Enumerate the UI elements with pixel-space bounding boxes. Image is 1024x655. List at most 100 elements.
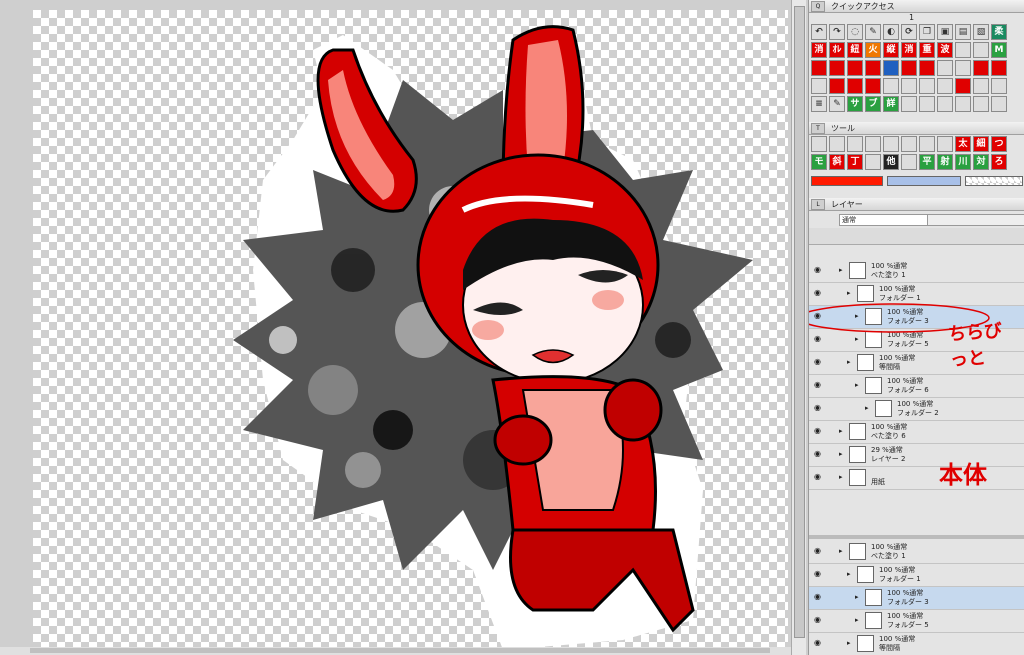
lasso-icon[interactable]: ◌ bbox=[847, 24, 863, 40]
qa-btn-22[interactable] bbox=[991, 60, 1007, 76]
expand-arrow-icon[interactable]: ▸ bbox=[839, 266, 843, 274]
qa-btn-40[interactable] bbox=[919, 96, 935, 112]
tool-btn-18[interactable]: 平 bbox=[919, 154, 935, 170]
tool-btn-4[interactable] bbox=[865, 136, 881, 152]
qa-btn-6[interactable]: 消 bbox=[901, 42, 917, 58]
qa-btn-5[interactable]: 縦 bbox=[883, 42, 899, 58]
tool-btn-22[interactable]: ろ bbox=[991, 154, 1007, 170]
qa-btn-37[interactable]: ブ bbox=[865, 96, 881, 112]
color-icon[interactable]: ◐ bbox=[883, 24, 899, 40]
paste-icon[interactable]: ▣ bbox=[937, 24, 953, 40]
qa-btn-24[interactable] bbox=[829, 78, 845, 94]
qa-btn-41[interactable] bbox=[937, 96, 953, 112]
qa-btn-3[interactable]: 紐 bbox=[847, 42, 863, 58]
qa-btn-2[interactable]: ｵﾚ bbox=[829, 42, 845, 58]
transparent-color-swatch[interactable] bbox=[965, 176, 1023, 186]
qa-btn-39[interactable] bbox=[901, 96, 917, 112]
qa-btn-42[interactable] bbox=[955, 96, 971, 112]
vertical-scrollbar[interactable] bbox=[791, 0, 806, 655]
qa-btn-9[interactable] bbox=[955, 42, 971, 58]
qa-btn-4[interactable]: 火 bbox=[865, 42, 881, 58]
qa-btn-20[interactable] bbox=[955, 60, 971, 76]
expand-arrow-icon[interactable]: ▸ bbox=[855, 616, 859, 624]
qa-btn-17[interactable] bbox=[901, 60, 917, 76]
qa-btn-27[interactable] bbox=[883, 78, 899, 94]
layer-row[interactable]: ◉ ▸ 100 %通常 フォルダー 1 bbox=[809, 564, 1024, 587]
tool-btn-13[interactable]: 斜 bbox=[829, 154, 845, 170]
qa-btn-18[interactable] bbox=[919, 60, 935, 76]
qa-btn-31[interactable] bbox=[955, 78, 971, 94]
expand-arrow-icon[interactable]: ▸ bbox=[839, 547, 843, 555]
qa-btn-12[interactable] bbox=[811, 60, 827, 76]
qa-btn-14[interactable] bbox=[847, 60, 863, 76]
qa-btn-43[interactable] bbox=[973, 96, 989, 112]
layer-tab[interactable]: L レイヤー bbox=[809, 198, 1024, 211]
tool-btn-3[interactable] bbox=[847, 136, 863, 152]
tool-btn-6[interactable] bbox=[901, 136, 917, 152]
quick-access-tab[interactable]: Q クイックアクセス bbox=[809, 0, 1024, 13]
tool-btn-14[interactable]: 丁 bbox=[847, 154, 863, 170]
qa-btn-32[interactable] bbox=[973, 78, 989, 94]
qa-btn-16[interactable] bbox=[883, 60, 899, 76]
qa-btn-33[interactable] bbox=[991, 78, 1007, 94]
qa-btn-19[interactable] bbox=[937, 60, 953, 76]
eye-icon[interactable]: ◉ bbox=[814, 570, 823, 578]
tool-btn-16[interactable]: 他 bbox=[883, 154, 899, 170]
qa-btn-26[interactable] bbox=[865, 78, 881, 94]
expand-arrow-icon[interactable]: ▸ bbox=[847, 639, 851, 647]
qa-btn-1[interactable]: 消 bbox=[811, 42, 827, 58]
qa-btn-23[interactable] bbox=[811, 78, 827, 94]
tool-btn-12[interactable]: モ bbox=[811, 154, 827, 170]
tool-btn-15[interactable] bbox=[865, 154, 881, 170]
qa-btn-7[interactable]: 重 bbox=[919, 42, 935, 58]
tool-btn-9[interactable]: 太 bbox=[955, 136, 971, 152]
expand-arrow-icon[interactable]: ▸ bbox=[847, 289, 851, 297]
qa-btn-28[interactable] bbox=[901, 78, 917, 94]
layer-row[interactable]: ◉ ▸ 100 %通常 べた塗り 1 bbox=[809, 541, 1024, 564]
qa-btn-34[interactable]: ≡ bbox=[811, 96, 827, 112]
eye-icon[interactable]: ◉ bbox=[814, 289, 823, 297]
horizontal-scrollbar[interactable] bbox=[0, 647, 791, 655]
tool-btn-17[interactable] bbox=[901, 154, 917, 170]
tool-btn-5[interactable] bbox=[883, 136, 899, 152]
layer-row[interactable]: ◉ ▸ 100 %通常 等間隔 bbox=[809, 633, 1024, 655]
qa-btn-15[interactable] bbox=[865, 60, 881, 76]
qa-btn-10[interactable] bbox=[973, 42, 989, 58]
qa-btn-38[interactable]: 詳 bbox=[883, 96, 899, 112]
layer-row[interactable]: ◉ ▸ 100 %通常 フォルダー 3 bbox=[809, 587, 1024, 610]
qa-btn-36[interactable]: サ bbox=[847, 96, 863, 112]
eye-icon[interactable]: ◉ bbox=[814, 639, 823, 647]
tool-btn-21[interactable]: 対 bbox=[973, 154, 989, 170]
tool-btn-8[interactable] bbox=[937, 136, 953, 152]
copy-icon[interactable]: ❐ bbox=[919, 24, 935, 40]
tool-btn-11[interactable]: つ bbox=[991, 136, 1007, 152]
tool-btn-2[interactable] bbox=[829, 136, 845, 152]
pen-icon[interactable]: ✎ bbox=[865, 24, 881, 40]
eye-icon[interactable]: ◉ bbox=[814, 547, 823, 555]
tool-btn-7[interactable] bbox=[919, 136, 935, 152]
qa-btn-21[interactable] bbox=[973, 60, 989, 76]
tool-tab[interactable]: T ツール bbox=[809, 122, 1024, 135]
tool-btn-10[interactable]: 細 bbox=[973, 136, 989, 152]
tool-btn-20[interactable]: 川 bbox=[955, 154, 971, 170]
eye-icon[interactable]: ◉ bbox=[814, 616, 823, 624]
undo-icon[interactable]: ↶ bbox=[811, 24, 827, 40]
tool-toggle-icon[interactable]: T bbox=[811, 123, 825, 134]
misc-icon[interactable]: 柔 bbox=[991, 24, 1007, 40]
opacity-slider[interactable] bbox=[927, 214, 1024, 226]
quick-access-toggle-icon[interactable]: Q bbox=[811, 1, 825, 12]
blend-mode-select[interactable]: 通常▾ bbox=[839, 214, 933, 226]
qa-btn-11[interactable]: M bbox=[991, 42, 1007, 58]
redo-icon[interactable]: ↷ bbox=[829, 24, 845, 40]
tool-btn-1[interactable] bbox=[811, 136, 827, 152]
main-color-swatch[interactable] bbox=[811, 176, 883, 186]
new-layer-icon[interactable]: ▧ bbox=[973, 24, 989, 40]
transform-icon[interactable]: ⟳ bbox=[901, 24, 917, 40]
eye-icon[interactable]: ◉ bbox=[814, 593, 823, 601]
qa-btn-35[interactable]: ✎ bbox=[829, 96, 845, 112]
layer-toggle-icon[interactable]: L bbox=[811, 199, 825, 210]
folder-icon[interactable]: ▤ bbox=[955, 24, 971, 40]
qa-btn-44[interactable] bbox=[991, 96, 1007, 112]
tool-btn-19[interactable]: 射 bbox=[937, 154, 953, 170]
expand-arrow-icon[interactable]: ▸ bbox=[855, 593, 859, 601]
